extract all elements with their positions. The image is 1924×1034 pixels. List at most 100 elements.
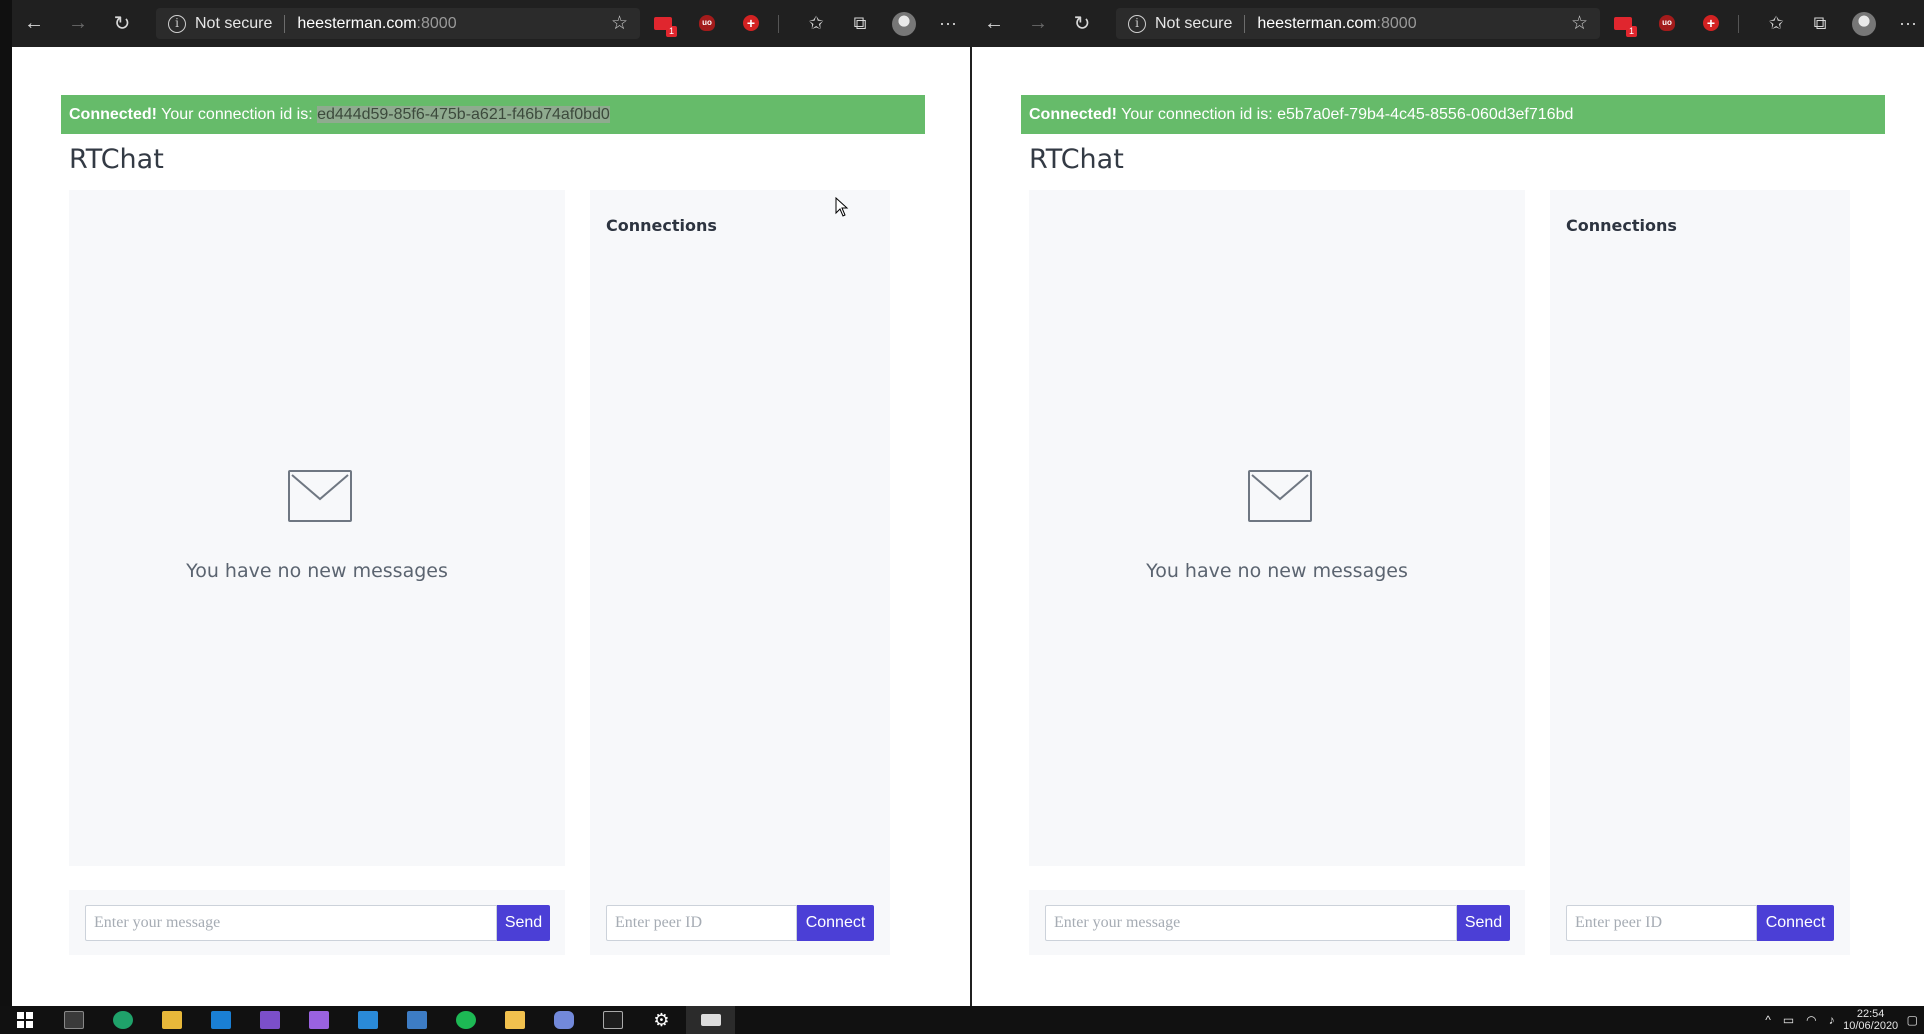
windows-taskbar: ⚙ ^ ▭ ◠ ♪ 22:54 10/06/2020 ▢: [0, 1006, 1924, 1034]
address-separator: [1244, 14, 1246, 33]
address-bar[interactable]: i Not secure heesterman.com:8000 ☆: [1116, 8, 1600, 39]
display-icon[interactable]: ▭: [1783, 1013, 1794, 1027]
vscode-taskbar-icon[interactable]: [343, 1006, 392, 1034]
connect-button[interactable]: Connect: [797, 905, 874, 941]
send-button[interactable]: Send: [1457, 905, 1510, 941]
compose-panel: Send: [1029, 890, 1525, 955]
refresh-icon[interactable]: ↻: [1060, 0, 1104, 47]
security-label: Not secure: [195, 14, 273, 32]
refresh-icon[interactable]: ↻: [100, 0, 144, 47]
azure-data-studio-taskbar-icon[interactable]: [392, 1006, 441, 1034]
app-title: RTChat: [1029, 144, 1124, 175]
connect-button[interactable]: Connect: [1757, 905, 1834, 941]
toolbar-divider: [1738, 15, 1739, 33]
clock-date: 10/06/2020: [1843, 1020, 1899, 1032]
back-icon[interactable]: ←: [972, 0, 1016, 47]
edge-browser-taskbar-icon[interactable]: [98, 1006, 147, 1034]
visual-studio-preview-taskbar-icon[interactable]: [294, 1006, 343, 1034]
spotify-taskbar-icon[interactable]: [441, 1006, 490, 1034]
profile-avatar[interactable]: [882, 0, 926, 47]
connections-title: Connections: [1566, 216, 1677, 235]
compose-panel: Send: [69, 890, 565, 955]
mail-taskbar-icon[interactable]: [196, 1006, 245, 1034]
browser-window-right: ← → ↻ i Not secure heesterman.com:8000 ☆…: [972, 0, 1924, 1006]
page-content: Connected! Your connection id is: ed444d…: [12, 47, 972, 1006]
taskbar-clock[interactable]: 22:54 10/06/2020: [1841, 1008, 1901, 1032]
connection-alert: Connected! Your connection id is: e5b7a0…: [1021, 95, 1885, 134]
messages-panel: You have no new messages: [69, 190, 565, 866]
url-port: :8000: [416, 14, 457, 32]
start-button-icon[interactable]: [0, 1006, 49, 1034]
connection-prefix: Your connection id is:: [157, 106, 318, 123]
peer-id-input[interactable]: [1566, 905, 1757, 941]
url-host: heesterman.com: [297, 14, 417, 32]
favorite-star-icon[interactable]: ☆: [1571, 12, 1588, 35]
forward-icon[interactable]: →: [56, 0, 100, 47]
ublock-extension-icon[interactable]: uo: [696, 12, 718, 34]
collections-icon[interactable]: ⧉: [1798, 0, 1842, 47]
calendar-extension-icon[interactable]: [652, 12, 677, 37]
wifi-icon[interactable]: ◠: [1806, 1013, 1816, 1027]
more-menu-icon[interactable]: ···: [1886, 0, 1924, 47]
visual-studio-taskbar-icon[interactable]: [245, 1006, 294, 1034]
connected-label: Connected!: [69, 106, 157, 123]
info-icon[interactable]: i: [168, 14, 186, 33]
chevron-up-icon[interactable]: ^: [1765, 1013, 1771, 1027]
connections-panel: Connections Connect: [590, 190, 890, 955]
notification-icon[interactable]: ▢: [1907, 1013, 1918, 1027]
connection-id[interactable]: ed444d59-85f6-475b-a621-f46b74af0bd0: [317, 106, 610, 123]
more-menu-icon[interactable]: ···: [926, 0, 970, 47]
messages-panel: You have no new messages: [1029, 190, 1525, 866]
address-bar[interactable]: i Not secure heesterman.com:8000 ☆: [156, 8, 640, 39]
favorite-star-icon[interactable]: ☆: [611, 12, 628, 35]
back-icon[interactable]: ←: [12, 0, 56, 47]
active-window-taskbar-icon[interactable]: [686, 1006, 735, 1034]
volume-icon[interactable]: ♪: [1829, 1013, 1835, 1027]
send-button[interactable]: Send: [497, 905, 550, 941]
connected-label: Connected!: [1029, 106, 1117, 123]
browser-window-left: ← → ↻ i Not secure heesterman.com:8000 ☆…: [12, 0, 972, 1006]
url-port: :8000: [1376, 14, 1417, 32]
connection-id[interactable]: e5b7a0ef-79b4-4c45-8556-060d3ef716bd: [1277, 106, 1573, 123]
envelope-icon: [288, 470, 352, 522]
file-explorer-taskbar-icon[interactable]: [147, 1006, 196, 1034]
calendar-extension-icon[interactable]: [1612, 12, 1637, 37]
mouse-cursor-icon: [835, 197, 849, 217]
system-tray: ^ ▭ ◠ ♪ 22:54 10/06/2020 ▢: [1759, 1006, 1924, 1034]
connections-title: Connections: [606, 216, 717, 235]
connection-alert: Connected! Your connection id is: ed444d…: [61, 95, 925, 134]
security-label: Not secure: [1155, 14, 1233, 32]
collections-icon[interactable]: ⧉: [838, 0, 882, 47]
message-input[interactable]: [85, 905, 497, 941]
favorites-icon[interactable]: ✩: [794, 0, 838, 47]
settings-gear-icon[interactable]: ⚙: [637, 1006, 686, 1034]
profile-avatar[interactable]: [1842, 0, 1886, 47]
notes-taskbar-icon[interactable]: [490, 1006, 539, 1034]
browser-toolbar: ← → ↻ i Not secure heesterman.com:8000 ☆…: [972, 0, 1924, 47]
clock-time: 22:54: [1856, 1008, 1885, 1020]
app-title: RTChat: [69, 144, 164, 175]
envelope-icon: [1248, 470, 1312, 522]
empty-messages-text: You have no new messages: [186, 560, 448, 582]
empty-messages-text: You have no new messages: [1146, 560, 1408, 582]
address-separator: [284, 14, 286, 33]
red-plus-extension-icon[interactable]: +: [1700, 12, 1722, 34]
page-content: Connected! Your connection id is: e5b7a0…: [972, 47, 1924, 1006]
toolbar-divider: [778, 15, 779, 33]
browser-toolbar: ← → ↻ i Not secure heesterman.com:8000 ☆…: [12, 0, 972, 47]
peer-id-input[interactable]: [606, 905, 797, 941]
url-host: heesterman.com: [1257, 14, 1377, 32]
terminal-taskbar-icon[interactable]: [49, 1006, 98, 1034]
command-prompt-taskbar-icon[interactable]: [588, 1006, 637, 1034]
ublock-extension-icon[interactable]: uo: [1656, 12, 1678, 34]
message-input[interactable]: [1045, 905, 1457, 941]
favorites-icon[interactable]: ✩: [1754, 0, 1798, 47]
info-icon[interactable]: i: [1128, 14, 1146, 33]
red-plus-extension-icon[interactable]: +: [740, 12, 762, 34]
connection-prefix: Your connection id is:: [1117, 106, 1278, 123]
desktop-edge: [0, 0, 12, 1006]
connections-panel: Connections Connect: [1550, 190, 1850, 955]
discord-taskbar-icon[interactable]: [539, 1006, 588, 1034]
desktop: ← → ↻ i Not secure heesterman.com:8000 ☆…: [0, 0, 1924, 1034]
forward-icon[interactable]: →: [1016, 0, 1060, 47]
